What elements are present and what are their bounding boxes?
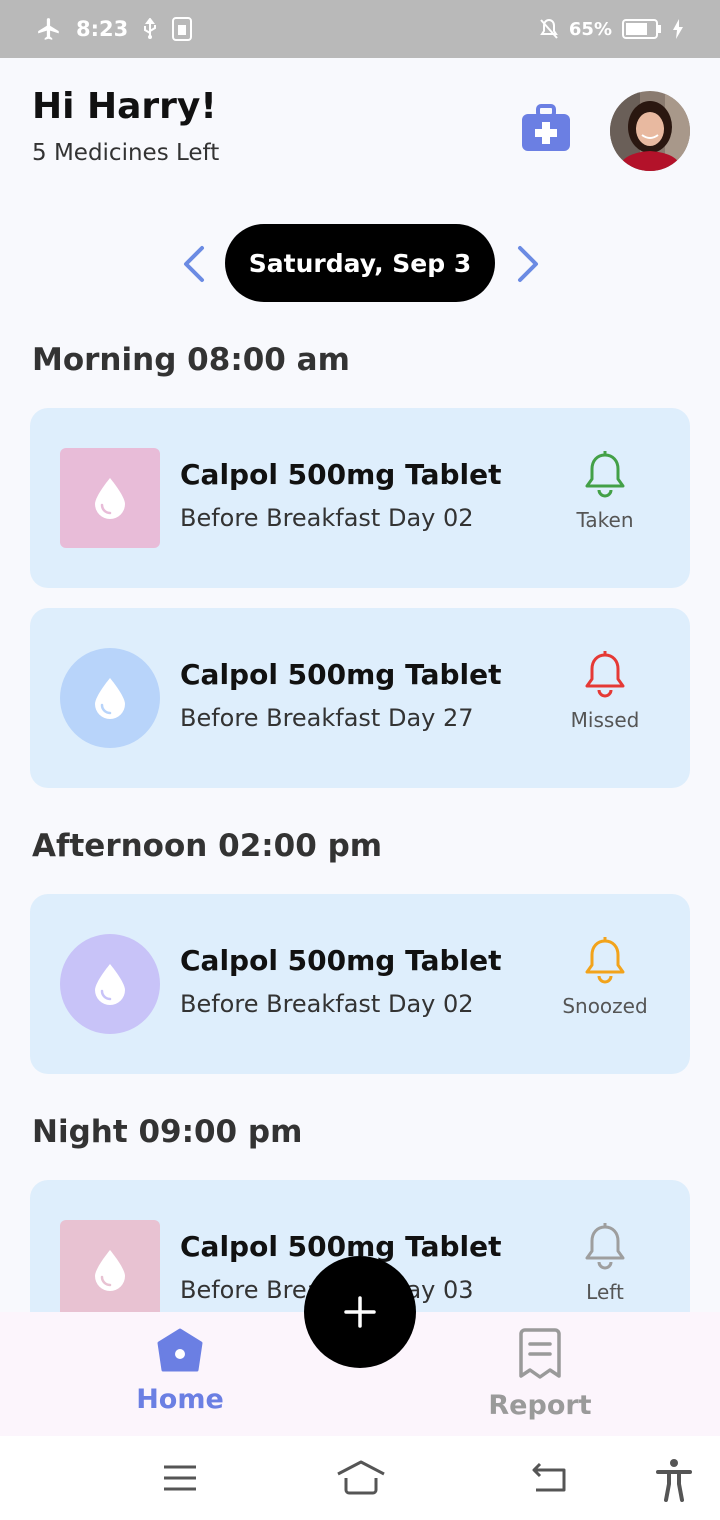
status-indicator[interactable]: Taken [550,450,660,532]
medicine-icon-tile [60,648,160,748]
medicine-description: Before Breakfast Day 02 [180,504,474,532]
medicine-icon-tile [60,934,160,1034]
nav-home-tab[interactable]: Home [110,1328,250,1415]
medicine-card[interactable]: Calpol 500mg Tablet Before Breakfast Day… [30,408,690,588]
medicine-name: Calpol 500mg Tablet [180,658,502,691]
medical-kit-icon [522,104,570,151]
medicine-name: Calpol 500mg Tablet [180,458,502,491]
home-outline-icon [337,1460,385,1495]
battery-percent: 65% [568,18,612,40]
medicine-description: Before Breakfast Day 27 [180,704,474,732]
drop-icon [95,1250,125,1291]
plus-icon [344,1296,376,1328]
greeting-title: Hi Harry! [32,86,217,127]
mute-icon [539,18,559,40]
status-label: Taken [576,508,634,532]
accessibility-icon [656,1459,692,1502]
system-home-button[interactable] [336,1458,386,1502]
system-back-button[interactable] [530,1458,568,1502]
bell-icon [585,651,625,698]
menu-button[interactable] [162,1458,198,1502]
home-icon [157,1328,203,1372]
nav-home-label: Home [136,1384,224,1415]
bell-icon [585,937,625,984]
add-medicine-button[interactable] [304,1256,416,1368]
status-indicator[interactable]: Snoozed [550,936,660,1018]
section-title-afternoon: Afternoon 02:00 pm [32,828,383,864]
status-label: Snoozed [562,994,648,1018]
drop-icon [95,678,125,719]
drop-icon [95,478,125,519]
medical-kit-button[interactable] [521,103,571,153]
medicine-icon-tile [60,1220,160,1312]
usb-icon [142,18,158,40]
previous-date-button[interactable] [176,244,212,284]
avatar[interactable] [610,91,690,171]
report-icon [519,1328,561,1379]
bell-icon [585,1223,625,1270]
status-indicator[interactable]: Missed [550,650,660,732]
back-icon [532,1462,566,1492]
next-date-button[interactable] [510,244,546,284]
system-navigation-bar [0,1436,720,1520]
medicine-description: Before Breakfast Day 02 [180,990,474,1018]
charging-icon [672,19,684,39]
status-time: 8:23 [76,17,129,41]
nav-report-tab[interactable]: Report [470,1328,610,1421]
status-bar: 8:23 65% [0,0,720,58]
current-date-pill[interactable]: Saturday, Sep 3 [225,224,495,302]
medicine-name: Calpol 500mg Tablet [180,944,502,977]
status-indicator[interactable]: Left [550,1222,660,1304]
medicine-name: Calpol 500mg Tablet [180,1230,502,1263]
section-title-night: Night 09:00 pm [32,1114,303,1150]
nav-report-label: Report [488,1390,592,1421]
avatar-image [610,91,690,171]
drop-icon [95,964,125,1005]
menu-icon [164,1465,196,1491]
medicine-icon-tile [60,448,160,548]
status-label: Missed [570,708,640,732]
sim-icon [172,17,193,41]
chevron-left-icon [184,246,204,282]
battery-icon [622,18,662,40]
medicines-left-text: 5 Medicines Left [32,140,220,166]
medicine-card[interactable]: Calpol 500mg Tablet Before Breakfast Day… [30,608,690,788]
chevron-right-icon [518,246,538,282]
bell-icon [585,451,625,498]
airplane-icon [36,16,62,42]
medicine-schedule-list[interactable]: Morning 08:00 am Calpol 500mg Tablet Bef… [0,330,720,1312]
section-title-morning: Morning 08:00 am [32,342,350,378]
status-label: Left [586,1280,624,1304]
medicine-card[interactable]: Calpol 500mg Tablet Before Breakfast Day… [30,894,690,1074]
accessibility-button[interactable] [656,1458,692,1506]
